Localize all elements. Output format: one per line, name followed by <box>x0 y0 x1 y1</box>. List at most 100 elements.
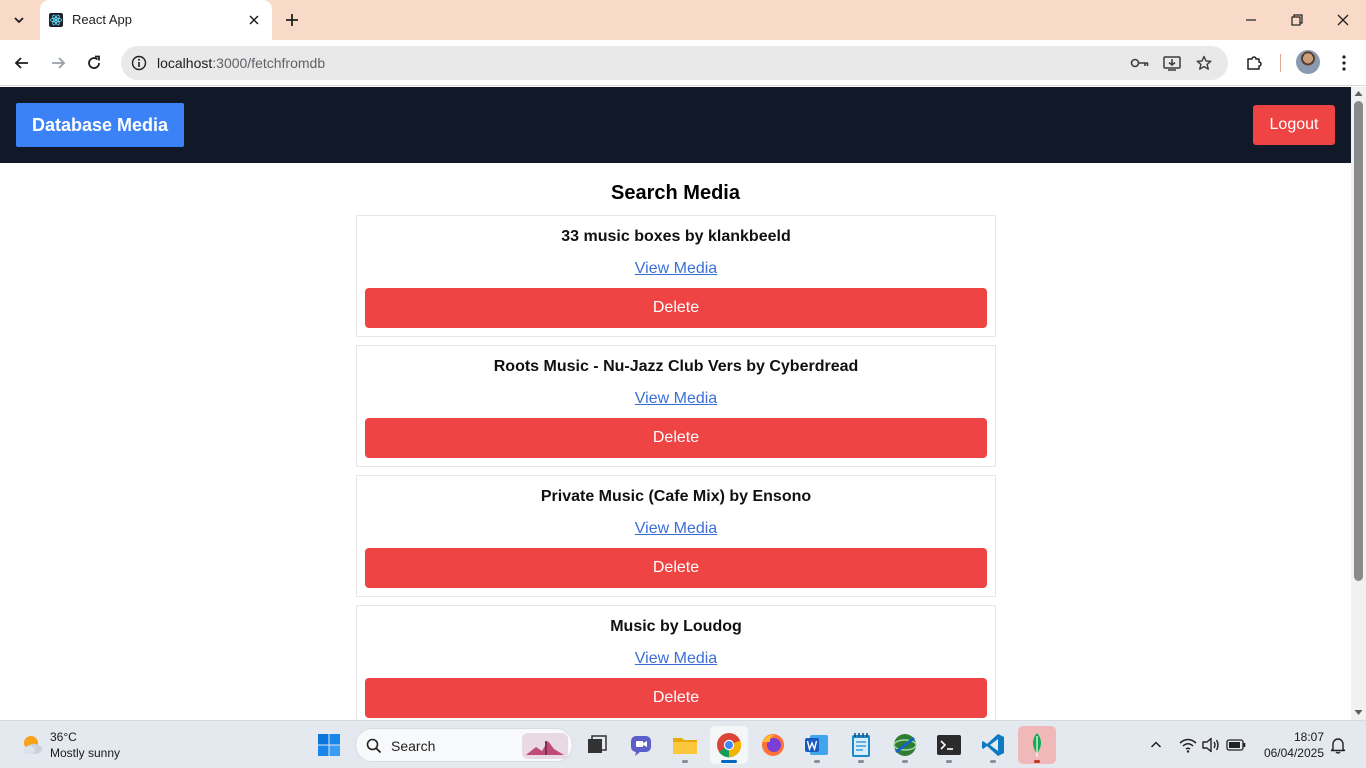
tab-title: React App <box>72 12 132 27</box>
speaker-icon <box>1202 737 1219 753</box>
brand-button[interactable]: Database Media <box>16 103 184 147</box>
taskbar-app-firefox[interactable] <box>754 726 792 764</box>
reload-icon <box>88 55 100 69</box>
view-media-link[interactable]: View Media <box>635 260 717 277</box>
chat-icon <box>631 736 651 756</box>
delete-button[interactable]: Delete <box>365 418 987 458</box>
taskbar-app-mongodb[interactable] <box>1018 726 1056 764</box>
running-indicator <box>902 760 908 763</box>
bookmark-button[interactable] <box>1193 52 1215 74</box>
site-info-button[interactable] <box>129 53 149 73</box>
taskbar-app-terminal[interactable] <box>930 726 968 764</box>
notifications-button[interactable] <box>1327 734 1349 756</box>
address-bar[interactable]: localhost:3000/fetchfromdb <box>121 46 1228 80</box>
globe-app-icon <box>893 734 917 756</box>
media-title: Private Music (Cafe Mix) by Ensono <box>540 488 812 505</box>
chrome-icon <box>717 733 742 758</box>
wifi-status[interactable] <box>1177 734 1199 756</box>
taskbar-app-file-explorer[interactable] <box>666 726 704 764</box>
start-button[interactable] <box>310 726 348 764</box>
browser-tab-strip: React App <box>0 0 1366 40</box>
running-indicator <box>990 760 996 763</box>
minimize-button[interactable] <box>1228 4 1274 36</box>
profile-avatar[interactable] <box>1296 50 1320 74</box>
minimize-icon <box>1246 19 1256 21</box>
delete-button[interactable]: Delete <box>365 678 987 718</box>
forward-button[interactable] <box>42 47 74 79</box>
taskbar-app-vscode[interactable] <box>974 726 1012 764</box>
running-indicator <box>814 760 820 763</box>
taskbar-app-chat[interactable] <box>622 726 660 764</box>
new-tab-button[interactable] <box>280 8 304 32</box>
scroll-up-icon[interactable] <box>1354 89 1363 98</box>
logout-button[interactable]: Logout <box>1253 105 1335 145</box>
extensions-button[interactable] <box>1238 47 1270 79</box>
task-view-icon <box>588 735 607 753</box>
view-media-link[interactable]: View Media <box>635 650 717 667</box>
taskbar-app-chrome[interactable] <box>710 726 748 764</box>
wifi-icon <box>1179 738 1197 753</box>
page-title: Search Media <box>611 182 740 204</box>
url-host: localhost <box>157 55 213 71</box>
alert-indicator <box>1034 760 1040 763</box>
bell-icon <box>1330 738 1346 754</box>
media-title: Roots Music - Nu-Jazz Club Vers by Cyber… <box>493 358 859 375</box>
password-key-button[interactable] <box>1129 52 1151 74</box>
restore-button[interactable] <box>1274 4 1320 36</box>
media-card: Music by Loudog View Media Delete <box>356 605 996 720</box>
media-title: Music by Loudog <box>610 618 742 635</box>
taskbar-search[interactable]: Search <box>355 728 573 762</box>
tab-close-button[interactable] <box>244 10 264 30</box>
arrow-left-icon <box>14 57 28 69</box>
battery-icon <box>1226 739 1246 751</box>
key-icon <box>1130 58 1149 68</box>
scroll-down-icon[interactable] <box>1354 708 1363 717</box>
weather-temperature: 36°C <box>50 730 77 744</box>
vscode-icon <box>982 734 1004 756</box>
chevron-down-icon <box>14 17 24 24</box>
close-icon <box>249 15 259 25</box>
page-scrollbar[interactable] <box>1351 87 1366 720</box>
search-placeholder: Search <box>391 738 436 754</box>
window-close-button[interactable] <box>1320 4 1366 36</box>
weather-description: Mostly sunny <box>50 746 121 760</box>
search-icon <box>366 738 382 754</box>
puzzle-icon <box>1247 56 1262 70</box>
delete-button[interactable]: Delete <box>365 548 987 588</box>
star-icon <box>1196 55 1212 70</box>
active-indicator <box>721 760 737 763</box>
running-indicator <box>858 760 864 763</box>
windows-logo-icon <box>318 734 340 756</box>
view-media-link[interactable]: View Media <box>635 520 717 537</box>
reload-button[interactable] <box>78 47 110 79</box>
arrow-right-icon <box>52 57 66 69</box>
info-icon <box>131 55 147 71</box>
clock-time[interactable]: 18:07 <box>1262 730 1324 744</box>
install-app-button[interactable] <box>1161 52 1183 74</box>
browser-tab-active[interactable]: React App <box>40 0 272 40</box>
taskbar-app-word[interactable] <box>798 726 836 764</box>
firefox-icon <box>762 734 784 756</box>
back-button[interactable] <box>6 47 38 79</box>
plus-icon <box>286 14 298 26</box>
delete-button[interactable]: Delete <box>365 288 987 328</box>
volume-status[interactable] <box>1200 734 1222 756</box>
scrollbar-thumb[interactable] <box>1354 101 1363 581</box>
taskbar-app-task-view[interactable] <box>578 726 616 764</box>
running-indicator <box>682 760 688 763</box>
taskbar-app-notepad[interactable] <box>842 726 880 764</box>
os-taskbar: 36°C Mostly sunny Search 18:07 06/04/202… <box>0 720 1366 768</box>
browser-menu-button[interactable] <box>1328 47 1360 79</box>
view-media-link[interactable]: View Media <box>635 390 717 407</box>
search-highlight-icon <box>522 733 568 759</box>
react-icon <box>49 13 63 27</box>
media-card: Private Music (Cafe Mix) by Ensono View … <box>356 475 996 597</box>
notepad-icon <box>852 733 870 757</box>
tray-overflow-button[interactable] <box>1145 734 1167 756</box>
taskbar-app-mongodb-compass[interactable] <box>886 726 924 764</box>
clock-date[interactable]: 06/04/2025 <box>1252 746 1324 760</box>
word-icon <box>805 735 828 755</box>
battery-status[interactable] <box>1225 734 1247 756</box>
tab-search-button[interactable] <box>6 7 32 33</box>
weather-sunny-icon[interactable] <box>20 733 44 757</box>
